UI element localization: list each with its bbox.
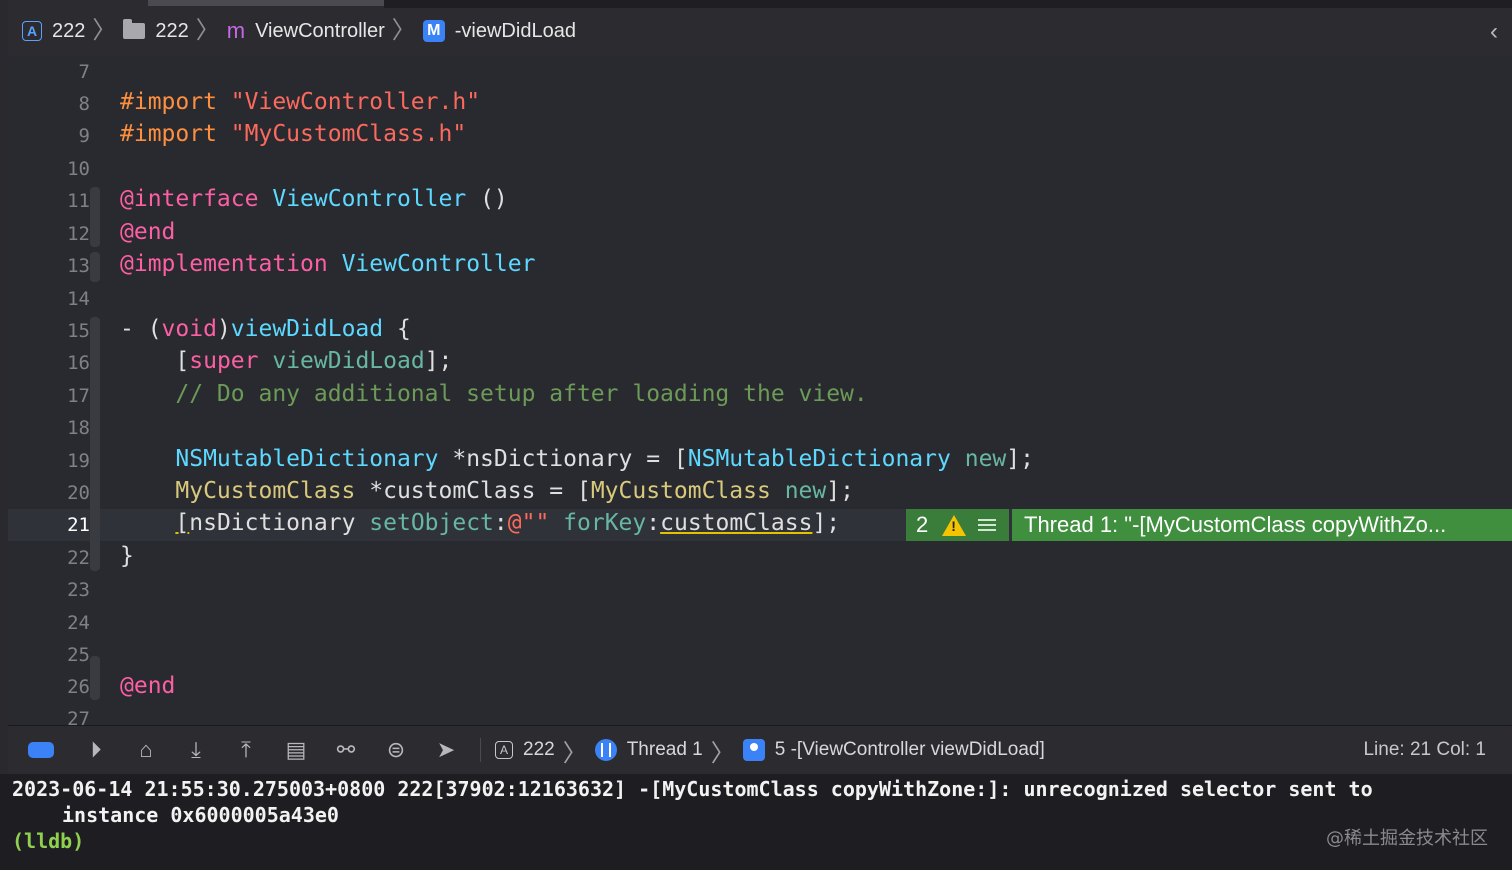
code-line-11: @interface ViewController ()	[120, 186, 508, 212]
chevron-right-icon: 〉	[391, 17, 416, 44]
step-into-icon[interactable]: ⤓	[180, 737, 212, 763]
code-fold-ribbon[interactable]	[90, 317, 100, 571]
chevron-right-icon: 〉	[710, 739, 735, 767]
code-line-9: #import "MyCustomClass.h"	[120, 121, 467, 147]
folder-icon	[123, 19, 146, 39]
line-number: 20	[67, 482, 90, 504]
app-icon: A	[495, 741, 513, 759]
breadcrumb-file-label: ViewController	[255, 19, 385, 42]
code-line-19: NSMutableDictionary *nsDictionary = [NSM…	[175, 446, 1034, 472]
line-number: 14	[67, 288, 90, 310]
debug-console[interactable]: 2023-06-14 21:55:30.275003+0800 222[3790…	[0, 774, 1512, 870]
console-line: instance 0x6000005a43e0	[62, 803, 339, 827]
code-line-22: }	[120, 543, 134, 569]
left-edge	[0, 0, 8, 870]
step-out-icon[interactable]: ⤒	[230, 737, 262, 763]
line-number: 26	[67, 676, 90, 698]
breadcrumb-group[interactable]: 222	[123, 19, 189, 43]
line-number: 13	[67, 255, 90, 277]
line-number: 11	[67, 190, 90, 212]
code-fold-ribbon[interactable]	[90, 656, 100, 700]
line-number: 7	[78, 61, 90, 83]
line-number: 8	[78, 93, 90, 115]
debug-breadcrumb: A 222 〉 Thread 1 〉 5 -[ViewController vi…	[481, 733, 1045, 768]
breadcrumb-file[interactable]: m ViewController	[227, 18, 385, 44]
objc-file-icon: m	[226, 18, 246, 43]
source-editor[interactable]: 7 8 9 10 11 12 13 14 15 16 17 18 19 20 2…	[8, 56, 1512, 725]
line-number: 24	[67, 612, 90, 634]
back-arrow-icon[interactable]: ‹	[1490, 18, 1498, 46]
debug-bar: ⏵ ⌂ ⤓ ⤒ ▤ ⚯ ⊜ ➤ A 222 〉 Thread 1 〉 5 -[V…	[8, 725, 1512, 775]
line-number-current: 21	[67, 514, 90, 536]
debug-app-label[interactable]: 222	[523, 739, 555, 761]
line-number: 23	[67, 579, 90, 601]
code-line-13: @implementation ViewController	[120, 251, 536, 277]
view-hierarchy-icon[interactable]: ▤	[280, 737, 312, 763]
breadcrumb-project[interactable]: A 222	[22, 20, 85, 43]
line-number: 10	[67, 158, 90, 180]
xcode-window: A 222 〉 222 〉 m ViewController 〉 M -view…	[0, 0, 1512, 870]
code-line-17: // Do any additional setup after loading…	[175, 381, 868, 407]
code-fold-ribbon[interactable]	[90, 187, 100, 247]
line-number: 16	[67, 352, 90, 374]
line-number: 12	[67, 223, 90, 245]
line-number: 15	[67, 320, 90, 342]
line-number: 17	[67, 385, 90, 407]
line-number: 27	[67, 708, 90, 725]
memory-graph-icon[interactable]: ⚯	[330, 737, 362, 763]
code-line-26: @end	[120, 673, 176, 699]
app-icon: A	[22, 21, 42, 41]
code-line-12: @end	[120, 219, 176, 245]
chevron-right-icon: 〉	[195, 17, 220, 44]
code-line-16: [super viewDidLoad];	[175, 348, 453, 374]
environment-icon[interactable]: ⊜	[380, 737, 412, 763]
line-number: 22	[67, 547, 90, 569]
line-number: 18	[67, 417, 90, 439]
watermark: @稀土掘金技术社区	[1326, 828, 1488, 849]
breadcrumb: A 222 〉 222 〉 m ViewController 〉 M -view…	[22, 16, 576, 46]
breakpoint-toggle-icon[interactable]	[28, 742, 54, 758]
thread-icon	[594, 739, 617, 761]
issue-count: 2	[916, 512, 929, 537]
breadcrumb-method-label: -viewDidLoad	[454, 19, 576, 42]
code-line-21: [nsDictionary setObject:@"" forKey:custo…	[175, 510, 841, 536]
chevron-right-icon: 〉	[92, 17, 117, 44]
line-number-gutter[interactable]: 7 8 9 10 11 12 13 14 15 16 17 18 19 20 2…	[8, 56, 90, 725]
chevron-right-icon: 〉	[562, 739, 587, 767]
step-over-icon[interactable]: ⌂	[130, 737, 162, 763]
lldb-prompt[interactable]: (lldb)	[12, 828, 84, 854]
line-number: 9	[78, 125, 90, 147]
code-fold-ribbon[interactable]	[90, 252, 100, 282]
console-line: 2023-06-14 21:55:30.275003+0800 222[3790…	[12, 777, 1373, 801]
code-line-15: - (void)viewDidLoad {	[120, 316, 411, 342]
line-number: 19	[67, 450, 90, 472]
active-tab-indicator	[148, 0, 384, 6]
jump-bar: A 222 〉 222 〉 m ViewController 〉 M -view…	[8, 0, 1512, 57]
frame-icon	[742, 739, 765, 761]
code-line-20: MyCustomClass *customClass = [MyCustomCl…	[175, 478, 854, 504]
thread-exception-banner[interactable]: Thread 1: "-[MyCustomClass copyWithZo...	[1012, 509, 1512, 541]
breadcrumb-method[interactable]: M -viewDidLoad	[422, 19, 576, 43]
breadcrumb-project-label: 222	[52, 19, 86, 42]
continue-icon[interactable]: ⏵	[80, 737, 112, 763]
debug-frame-label[interactable]: 5 -[ViewController viewDidLoad]	[775, 739, 1045, 761]
code-line-8: #import "ViewController.h"	[120, 89, 481, 115]
location-icon[interactable]: ➤	[430, 737, 462, 763]
breadcrumb-group-label: 222	[155, 19, 189, 42]
debug-thread-label[interactable]: Thread 1	[627, 739, 703, 761]
issue-count-badge[interactable]: 2	[906, 509, 1009, 541]
method-icon: M	[422, 20, 445, 42]
line-col-indicator: Line: 21 Col: 1	[1363, 739, 1486, 760]
list-icon	[978, 519, 997, 531]
tab-strip	[384, 0, 1512, 8]
line-number: 25	[67, 644, 90, 666]
warning-icon	[942, 514, 967, 536]
